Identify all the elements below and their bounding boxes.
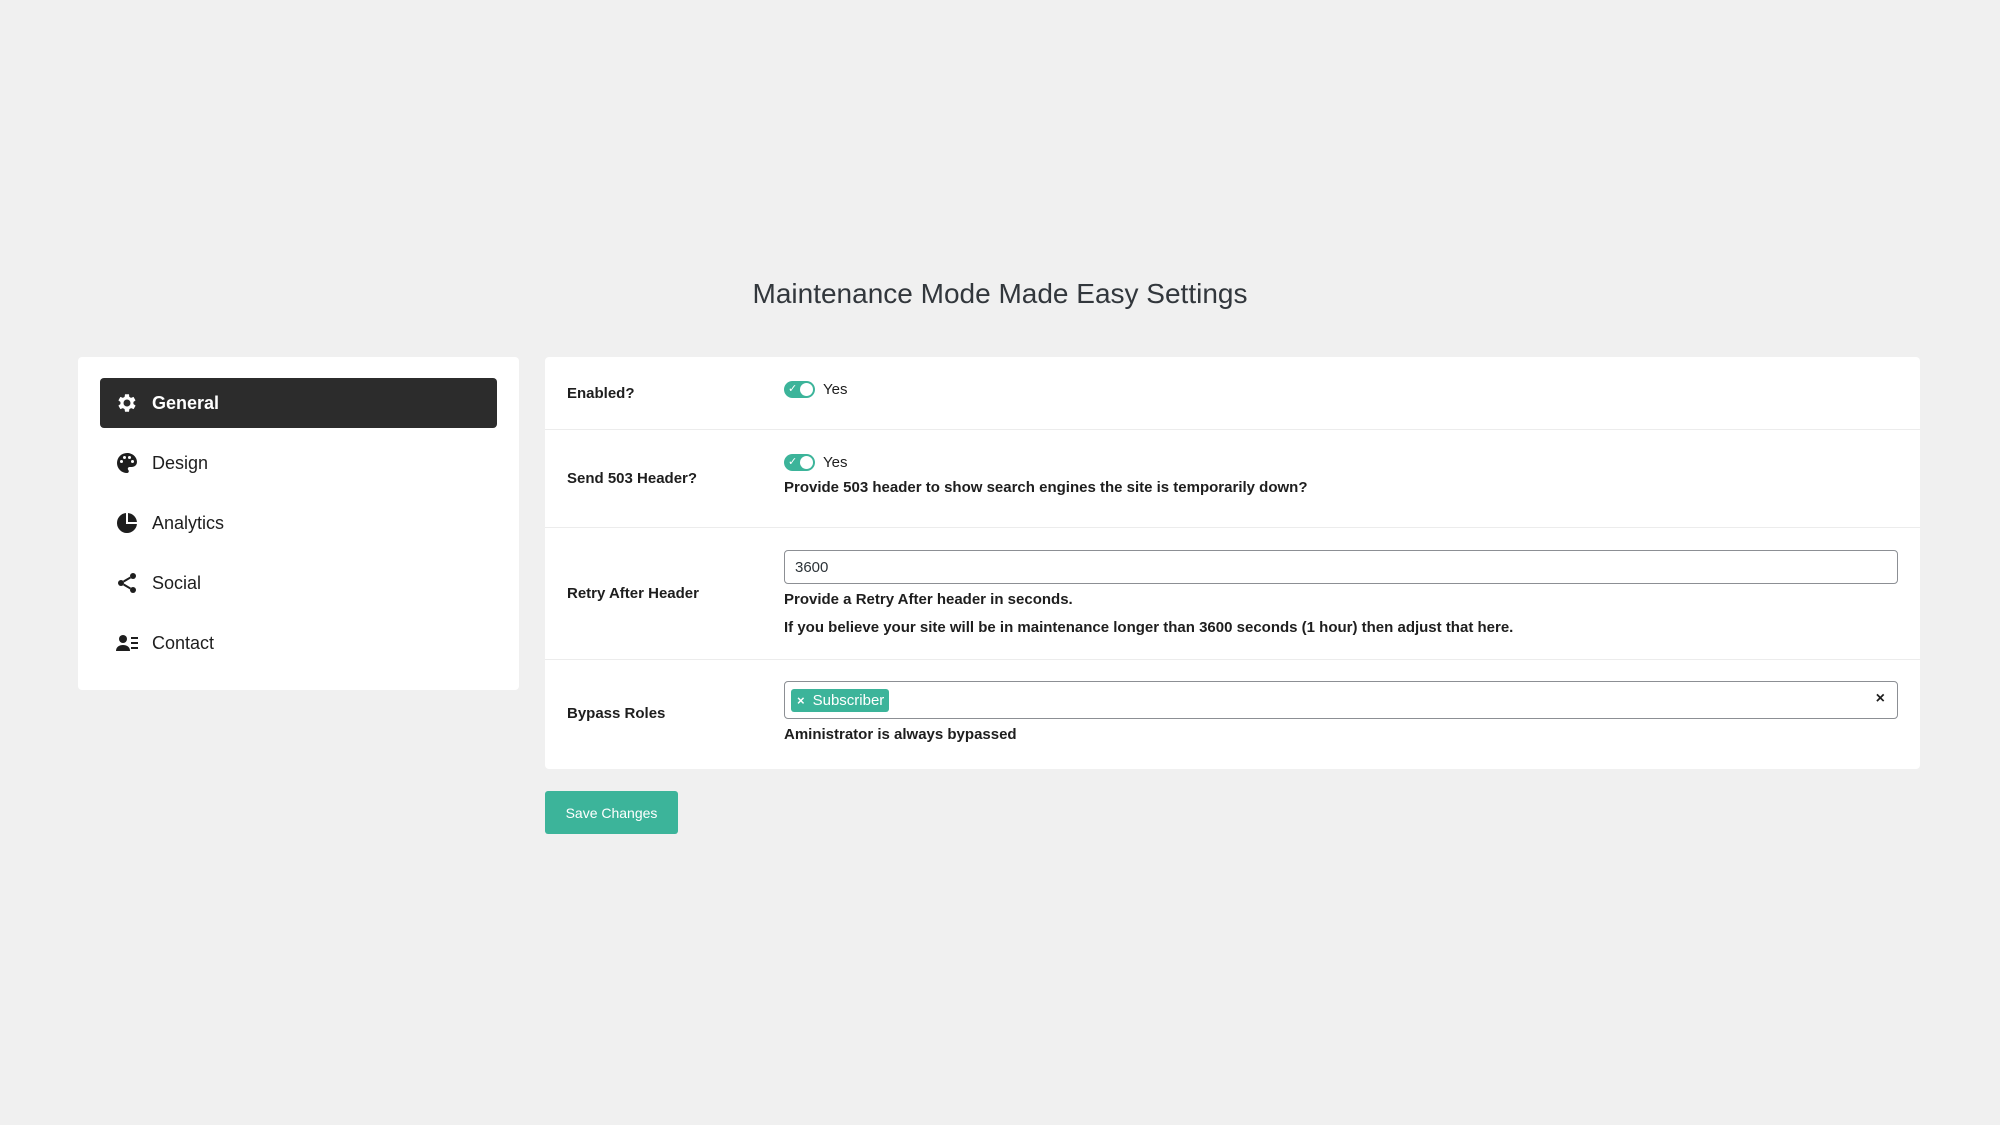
- bypass-roles-select[interactable]: × Subscriber ×: [784, 681, 1898, 719]
- retry-after-input[interactable]: [784, 550, 1898, 584]
- help-text: Provide 503 header to show search engine…: [784, 479, 1308, 496]
- pie-chart-icon: [114, 510, 140, 536]
- sidebar-item-label: General: [152, 392, 220, 413]
- gear-icon: [114, 390, 140, 416]
- sidebar-item-label: Social: [152, 572, 202, 593]
- toggle-text: Yes: [823, 381, 848, 398]
- setting-label: Bypass Roles: [567, 705, 666, 722]
- remove-tag-icon[interactable]: ×: [795, 693, 807, 708]
- setting-row-bypass-roles: Bypass Roles × Subscriber × Aministrator…: [545, 660, 1920, 769]
- sidebar-item-general[interactable]: General: [100, 378, 497, 428]
- palette-icon: [114, 450, 140, 476]
- setting-label: Enabled?: [567, 385, 635, 402]
- sidebar-item-contact[interactable]: Contact: [100, 618, 497, 668]
- send503-toggle[interactable]: ✓: [784, 454, 815, 471]
- settings-panel: Enabled? ✓ Yes Send 503 Header? ✓ Yes Pr…: [545, 357, 1920, 769]
- help-text: Aministrator is always bypassed: [784, 726, 1017, 743]
- sidebar-item-label: Contact: [152, 632, 215, 653]
- sidebar-item-design[interactable]: Design: [100, 438, 497, 488]
- settings-sidebar: General Design Analytics Social Contact: [78, 357, 519, 690]
- setting-row-503-header: Send 503 Header? ✓ Yes Provide 503 heade…: [545, 430, 1920, 528]
- setting-label: Retry After Header: [567, 585, 699, 602]
- sidebar-item-social[interactable]: Social: [100, 558, 497, 608]
- setting-label: Send 503 Header?: [567, 470, 698, 487]
- toggle-knob: [800, 456, 813, 469]
- page-title: Maintenance Mode Made Easy Settings: [752, 278, 1248, 309]
- check-icon: ✓: [788, 456, 798, 468]
- help-text: Provide a Retry After header in seconds.: [784, 591, 1073, 608]
- enabled-toggle-group: ✓ Yes: [784, 381, 1898, 398]
- sidebar-item-label: Design: [152, 452, 209, 473]
- sidebar-item-label: Analytics: [152, 512, 225, 533]
- send503-toggle-group: ✓ Yes: [784, 454, 1898, 471]
- contact-card-icon: [114, 630, 140, 656]
- setting-row-enabled: Enabled? ✓ Yes: [545, 357, 1920, 430]
- enabled-toggle[interactable]: ✓: [784, 381, 815, 398]
- check-icon: ✓: [788, 383, 798, 395]
- setting-row-retry-after: Retry After Header Provide a Retry After…: [545, 528, 1920, 660]
- clear-selection-icon[interactable]: ×: [1876, 690, 1885, 708]
- share-icon: [114, 570, 140, 596]
- help-text: If you believe your site will be in main…: [784, 619, 1514, 636]
- toggle-knob: [800, 383, 813, 396]
- selected-role-tag: × Subscriber: [791, 689, 890, 712]
- tag-label: Subscriber: [812, 692, 885, 709]
- save-changes-button[interactable]: Save Changes: [545, 791, 678, 834]
- toggle-text: Yes: [823, 454, 848, 471]
- sidebar-item-analytics[interactable]: Analytics: [100, 498, 497, 548]
